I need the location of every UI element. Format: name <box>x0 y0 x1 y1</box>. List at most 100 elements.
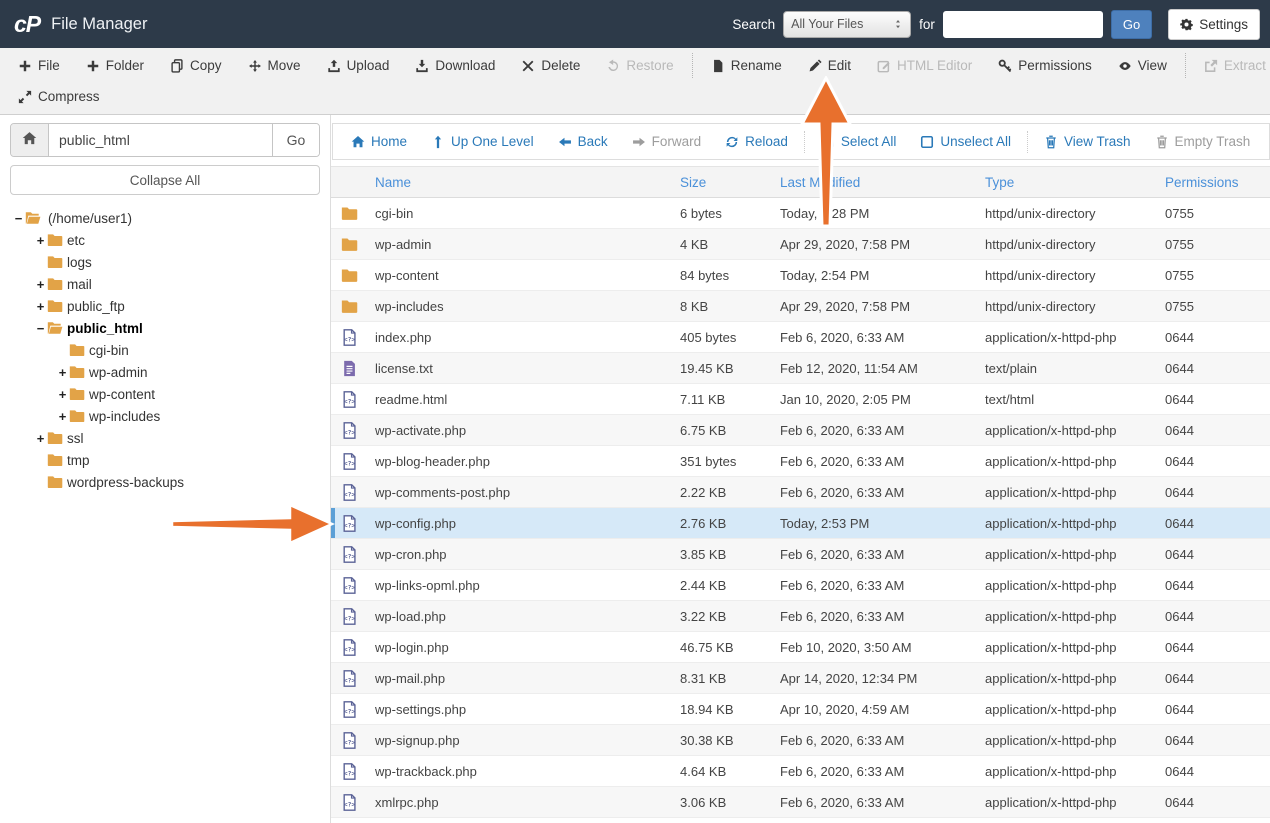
nav-home-button[interactable]: Home <box>339 134 419 149</box>
code-file-icon: <?> <box>331 329 375 346</box>
tree-item-logs[interactable]: logs <box>10 251 320 273</box>
file-row-xmlrpc-php[interactable]: <?> xmlrpc.php 3.06 KB Feb 6, 2020, 6:33… <box>331 787 1270 818</box>
search-go-button[interactable]: Go <box>1111 10 1152 39</box>
tree-expander[interactable]: − <box>34 321 47 336</box>
tree-expander[interactable]: + <box>34 431 47 446</box>
tree-expander[interactable]: + <box>56 387 69 402</box>
nav-back-button[interactable]: Back <box>546 134 620 149</box>
tree-item-wp-content[interactable]: + wp-content <box>10 383 320 405</box>
upload-icon <box>327 59 341 73</box>
toolbar-download-button[interactable]: Download <box>402 58 508 73</box>
column-header-name[interactable]: Name <box>375 175 680 190</box>
tree-expander[interactable]: + <box>34 277 47 292</box>
tree-item-etc[interactable]: + etc <box>10 229 320 251</box>
tree-item-label: (/home/user1) <box>48 211 132 226</box>
file-modified: Feb 6, 2020, 6:33 AM <box>780 423 985 438</box>
brand: cP File Manager <box>10 11 147 38</box>
file-row-wp-signup-php[interactable]: <?> wp-signup.php 30.38 KB Feb 6, 2020, … <box>331 725 1270 756</box>
tree-item-mail[interactable]: + mail <box>10 273 320 295</box>
column-header-size[interactable]: Size <box>680 175 780 190</box>
file-modified: Feb 6, 2020, 6:33 AM <box>780 795 985 810</box>
tree-item-wp-admin[interactable]: + wp-admin <box>10 361 320 383</box>
search-scope-select[interactable]: All Your Files <box>783 11 911 38</box>
file-row-wp-content[interactable]: wp-content 84 bytes Today, 2:54 PM httpd… <box>331 260 1270 291</box>
search-input[interactable] <box>943 11 1103 38</box>
toolbar-compress-button[interactable]: Compress <box>5 89 113 104</box>
toolbar-edit-button[interactable]: Edit <box>795 58 864 73</box>
path-input[interactable] <box>49 124 273 156</box>
settings-button[interactable]: Settings <box>1168 9 1260 40</box>
toolbar-folder-button[interactable]: Folder <box>73 58 157 73</box>
nav-select-all-button[interactable]: Select All <box>809 134 909 149</box>
folder-icon <box>47 431 63 445</box>
toolbar-upload-button[interactable]: Upload <box>314 58 403 73</box>
tree-expander[interactable]: − <box>12 211 25 226</box>
svg-text:<?>: <?> <box>344 583 356 591</box>
file-row-wp-config-php[interactable]: <?> wp-config.php 2.76 KB Today, 2:53 PM… <box>331 508 1270 539</box>
toolbar-copy-button[interactable]: Copy <box>157 58 235 73</box>
file-row-wp-load-php[interactable]: <?> wp-load.php 3.22 KB Feb 6, 2020, 6:3… <box>331 601 1270 632</box>
directory-tree: − (/home/user1) + etc logs + mail + publ… <box>10 207 320 493</box>
file-size: 19.45 KB <box>680 361 780 376</box>
file-row-wp-activate-php[interactable]: <?> wp-activate.php 6.75 KB Feb 6, 2020,… <box>331 415 1270 446</box>
tree-item-label: wp-content <box>89 387 155 402</box>
tree-item-wp-includes[interactable]: + wp-includes <box>10 405 320 427</box>
file-row-wp-comments-post-php[interactable]: <?> wp-comments-post.php 2.22 KB Feb 6, … <box>331 477 1270 508</box>
path-home-button[interactable] <box>11 124 49 156</box>
file-size: 6 bytes <box>680 206 780 221</box>
tree-item-ssl[interactable]: + ssl <box>10 427 320 449</box>
file-name: wp-load.php <box>375 609 680 624</box>
column-header-permissions[interactable]: Permissions <box>1165 175 1270 190</box>
file-name: wp-config.php <box>375 516 680 531</box>
column-header-type[interactable]: Type <box>985 175 1165 190</box>
path-go-button[interactable]: Go <box>273 124 319 156</box>
file-row-wp-links-opml-php[interactable]: <?> wp-links-opml.php 2.44 KB Feb 6, 202… <box>331 570 1270 601</box>
file-row-wp-login-php[interactable]: <?> wp-login.php 46.75 KB Feb 10, 2020, … <box>331 632 1270 663</box>
nav-up-one-level-button[interactable]: Up One Level <box>419 134 546 149</box>
check-square-icon <box>821 135 835 149</box>
code-file-icon: <?> <box>331 577 375 594</box>
tree-expander[interactable]: + <box>56 409 69 424</box>
file-size: 30.38 KB <box>680 733 780 748</box>
tree-item-tmp[interactable]: tmp <box>10 449 320 471</box>
column-header-last-modified[interactable]: Last Modified <box>780 175 985 190</box>
move-icon <box>248 59 262 73</box>
toolbar-delete-button[interactable]: Delete <box>508 58 593 73</box>
tree-expander[interactable]: + <box>34 233 47 248</box>
toolbar-view-button[interactable]: View <box>1105 58 1180 73</box>
tree-item-public-html[interactable]: − public_html <box>10 317 320 339</box>
select-arrows-icon <box>893 18 903 30</box>
tree-item--home-user1-[interactable]: − (/home/user1) <box>10 207 320 229</box>
folder-icon <box>47 475 63 489</box>
svg-text:<?>: <?> <box>344 707 356 715</box>
toolbar-permissions-button[interactable]: Permissions <box>985 58 1105 73</box>
toolbar-file-button[interactable]: File <box>5 58 73 73</box>
collapse-all-button[interactable]: Collapse All <box>10 165 320 195</box>
text-file-icon <box>331 360 375 377</box>
nav-unselect-all-button[interactable]: Unselect All <box>908 134 1023 149</box>
file-row-license-txt[interactable]: license.txt 19.45 KB Feb 12, 2020, 11:54… <box>331 353 1270 384</box>
file-permissions: 0644 <box>1165 454 1270 469</box>
file-row-readme-html[interactable]: <?> readme.html 7.11 KB Jan 10, 2020, 2:… <box>331 384 1270 415</box>
file-type: application/x-httpd-php <box>985 671 1165 686</box>
toolbar-move-button[interactable]: Move <box>235 58 314 73</box>
toolbar-rename-button[interactable]: Rename <box>698 58 795 73</box>
nav-reload-button[interactable]: Reload <box>713 134 800 149</box>
file-row-wp-mail-php[interactable]: <?> wp-mail.php 8.31 KB Apr 14, 2020, 12… <box>331 663 1270 694</box>
tree-item-cgi-bin[interactable]: cgi-bin <box>10 339 320 361</box>
tree-expander[interactable]: + <box>56 365 69 380</box>
file-row-wp-admin[interactable]: wp-admin 4 KB Apr 29, 2020, 7:58 PM http… <box>331 229 1270 260</box>
file-row-wp-trackback-php[interactable]: <?> wp-trackback.php 4.64 KB Feb 6, 2020… <box>331 756 1270 787</box>
file-row-index-php[interactable]: <?> index.php 405 bytes Feb 6, 2020, 6:3… <box>331 322 1270 353</box>
file-row-wp-cron-php[interactable]: <?> wp-cron.php 3.85 KB Feb 6, 2020, 6:3… <box>331 539 1270 570</box>
file-row-cgi-bin[interactable]: cgi-bin 6 bytes Today, 2:28 PM httpd/uni… <box>331 198 1270 229</box>
file-row-wp-settings-php[interactable]: <?> wp-settings.php 18.94 KB Apr 10, 202… <box>331 694 1270 725</box>
nav-view-trash-button[interactable]: View Trash <box>1032 134 1143 149</box>
file-row-wp-includes[interactable]: wp-includes 8 KB Apr 29, 2020, 7:58 PM h… <box>331 291 1270 322</box>
tree-item-wordpress-backups[interactable]: wordpress-backups <box>10 471 320 493</box>
tree-expander[interactable]: + <box>34 299 47 314</box>
file-row-wp-blog-header-php[interactable]: <?> wp-blog-header.php 351 bytes Feb 6, … <box>331 446 1270 477</box>
arrow-right-icon <box>632 135 646 149</box>
tree-item-public-ftp[interactable]: + public_ftp <box>10 295 320 317</box>
code-file-icon: <?> <box>331 608 375 625</box>
